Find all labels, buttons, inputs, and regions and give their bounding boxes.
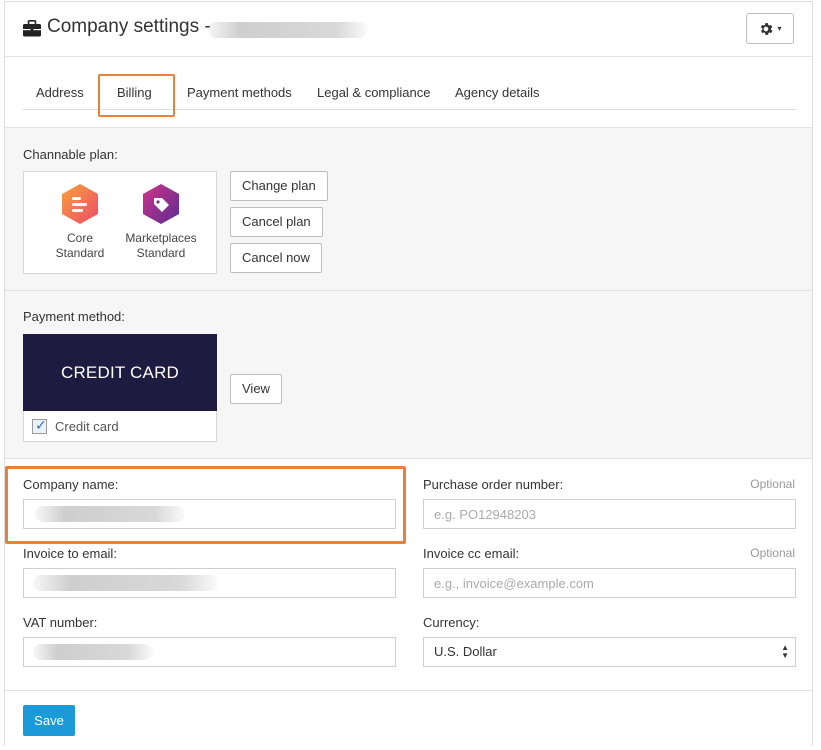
chevron-down-icon: ▾ bbox=[777, 24, 782, 33]
company-name-label: Company name: bbox=[23, 477, 119, 492]
tab-address[interactable]: Address bbox=[36, 85, 84, 100]
currency-label: Currency: bbox=[423, 615, 480, 630]
cancel-plan-button[interactable]: Cancel plan bbox=[230, 207, 323, 237]
credit-card-checkbox[interactable]: ✓ bbox=[32, 417, 47, 434]
select-arrows-icon: ▲ ▼ bbox=[781, 643, 789, 660]
po-number-input[interactable] bbox=[423, 499, 796, 529]
core-standard-icon bbox=[62, 184, 98, 224]
cc-email-label: Invoice cc email: bbox=[423, 546, 520, 561]
change-plan-button[interactable]: Change plan bbox=[230, 171, 328, 201]
credit-card-checkbox-row[interactable]: ✓ Credit card bbox=[32, 417, 119, 434]
gear-icon bbox=[761, 22, 773, 35]
cc-optional-label: Optional bbox=[750, 546, 795, 560]
billing-tab-highlight bbox=[98, 74, 175, 117]
po-optional-label: Optional bbox=[750, 477, 795, 491]
plan-marketplaces-standard: Marketplaces Standard bbox=[116, 183, 206, 261]
payment-method-section: Payment method: CREDIT CARD ✓ Credit car… bbox=[5, 290, 812, 458]
briefcase-icon bbox=[23, 20, 41, 37]
save-button[interactable]: Save bbox=[23, 705, 75, 736]
plan-marketplaces-line1: Marketplaces bbox=[125, 231, 197, 245]
plan-marketplaces-line2: Standard bbox=[136, 246, 186, 260]
view-payment-button[interactable]: View bbox=[230, 374, 282, 404]
credit-card-banner: CREDIT CARD bbox=[23, 334, 217, 411]
settings-dropdown-button[interactable]: ▾ bbox=[746, 13, 794, 44]
tab-payment-methods[interactable]: Payment methods bbox=[187, 85, 292, 100]
payment-method-label: Payment method: bbox=[23, 309, 125, 324]
currency-select-value: U.S. Dollar bbox=[434, 644, 497, 659]
page-title: Company settings - bbox=[47, 16, 211, 37]
po-number-label: Purchase order number: bbox=[423, 477, 564, 492]
plan-box: Core Standard Marketplaces Standard bbox=[23, 171, 217, 274]
tab-legal-compliance[interactable]: Legal & compliance bbox=[317, 85, 430, 100]
plan-core-standard: Core Standard bbox=[35, 183, 125, 261]
plan-core-line1: Core bbox=[66, 231, 93, 245]
tab-agency-details[interactable]: Agency details bbox=[455, 85, 540, 100]
plan-label: Channable plan: bbox=[23, 147, 118, 162]
company-name-value-redacted bbox=[35, 506, 185, 522]
billing-form: Company name: Purchase order number: Opt… bbox=[5, 458, 812, 690]
credit-card-checkbox-label: Credit card bbox=[55, 419, 119, 434]
plan-section: Channable plan: Core Standard Marketplac… bbox=[5, 127, 812, 291]
invoice-email-value-redacted bbox=[33, 575, 218, 591]
form-footer: Save bbox=[5, 690, 812, 747]
invoice-email-label: Invoice to email: bbox=[23, 546, 117, 561]
company-settings-panel: Company settings - ▾ Address Billing Pay… bbox=[4, 1, 813, 747]
cc-email-input[interactable] bbox=[423, 568, 796, 598]
credit-card-box: CREDIT CARD ✓ Credit card bbox=[23, 334, 217, 442]
vat-number-value-redacted bbox=[33, 644, 153, 660]
panel-header: Company settings - ▾ bbox=[5, 2, 812, 57]
cancel-now-button[interactable]: Cancel now bbox=[230, 243, 322, 273]
checkmark-icon: ✓ bbox=[35, 417, 47, 433]
marketplaces-standard-icon bbox=[143, 184, 179, 224]
company-name-redacted bbox=[208, 22, 368, 38]
currency-select[interactable]: U.S. Dollar ▲ ▼ bbox=[423, 637, 796, 667]
plan-core-line2: Standard bbox=[55, 246, 105, 260]
vat-number-label: VAT number: bbox=[23, 615, 98, 630]
